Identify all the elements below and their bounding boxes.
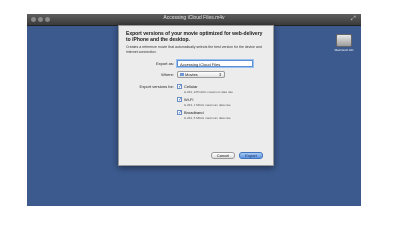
export-sheet: Export versions of your movie optimized …: [118, 25, 274, 166]
hard-drive-label: Macintosh HD: [334, 48, 354, 52]
sheet-heading: Export versions of your movie optimized …: [126, 31, 263, 43]
where-popup[interactable]: Movies ⇕: [177, 71, 225, 78]
where-label: Where:: [161, 72, 174, 77]
cellular-label: Cellular: [184, 84, 198, 89]
folder-icon: [180, 73, 184, 77]
desktop-screen: Accessing iCloud Files.m4v ⤢ Macintosh H…: [27, 14, 361, 206]
cellular-checkbox[interactable]: ✓: [177, 84, 182, 90]
wifi-checkbox[interactable]: ✓: [177, 97, 182, 103]
sheet-description: Creates a reference movie that automatic…: [126, 45, 262, 54]
chevron-updown-icon: ⇕: [218, 72, 222, 77]
broadband-label: Broadband: [184, 110, 204, 115]
hard-drive-icon: [336, 34, 352, 47]
broadband-checkbox[interactable]: ✓: [177, 110, 182, 116]
hard-drive-desktop-item[interactable]: Macintosh HD: [332, 34, 356, 52]
wifi-label: Wi-Fi: [184, 97, 194, 102]
fullscreen-icon[interactable]: ⤢: [351, 16, 357, 22]
window-title: Accessing iCloud Files.m4v: [163, 15, 225, 21]
where-value: Movies: [185, 72, 198, 77]
export-versions-label: Export versions for:: [139, 84, 174, 89]
export-as-field[interactable]: Accessing iCloud Files: [177, 60, 253, 67]
cellular-detail: H.264, 225 kbit/s maximum data rate: [184, 90, 234, 94]
wifi-detail: H.264, 1 Mbit/s maximum data rate: [184, 103, 231, 107]
cancel-button[interactable]: Cancel: [211, 152, 235, 159]
export-as-label: Export as:: [155, 61, 174, 66]
broadband-detail: H.264, 5 Mbit/s maximum data rate: [184, 116, 231, 120]
export-button[interactable]: Export: [239, 152, 263, 159]
